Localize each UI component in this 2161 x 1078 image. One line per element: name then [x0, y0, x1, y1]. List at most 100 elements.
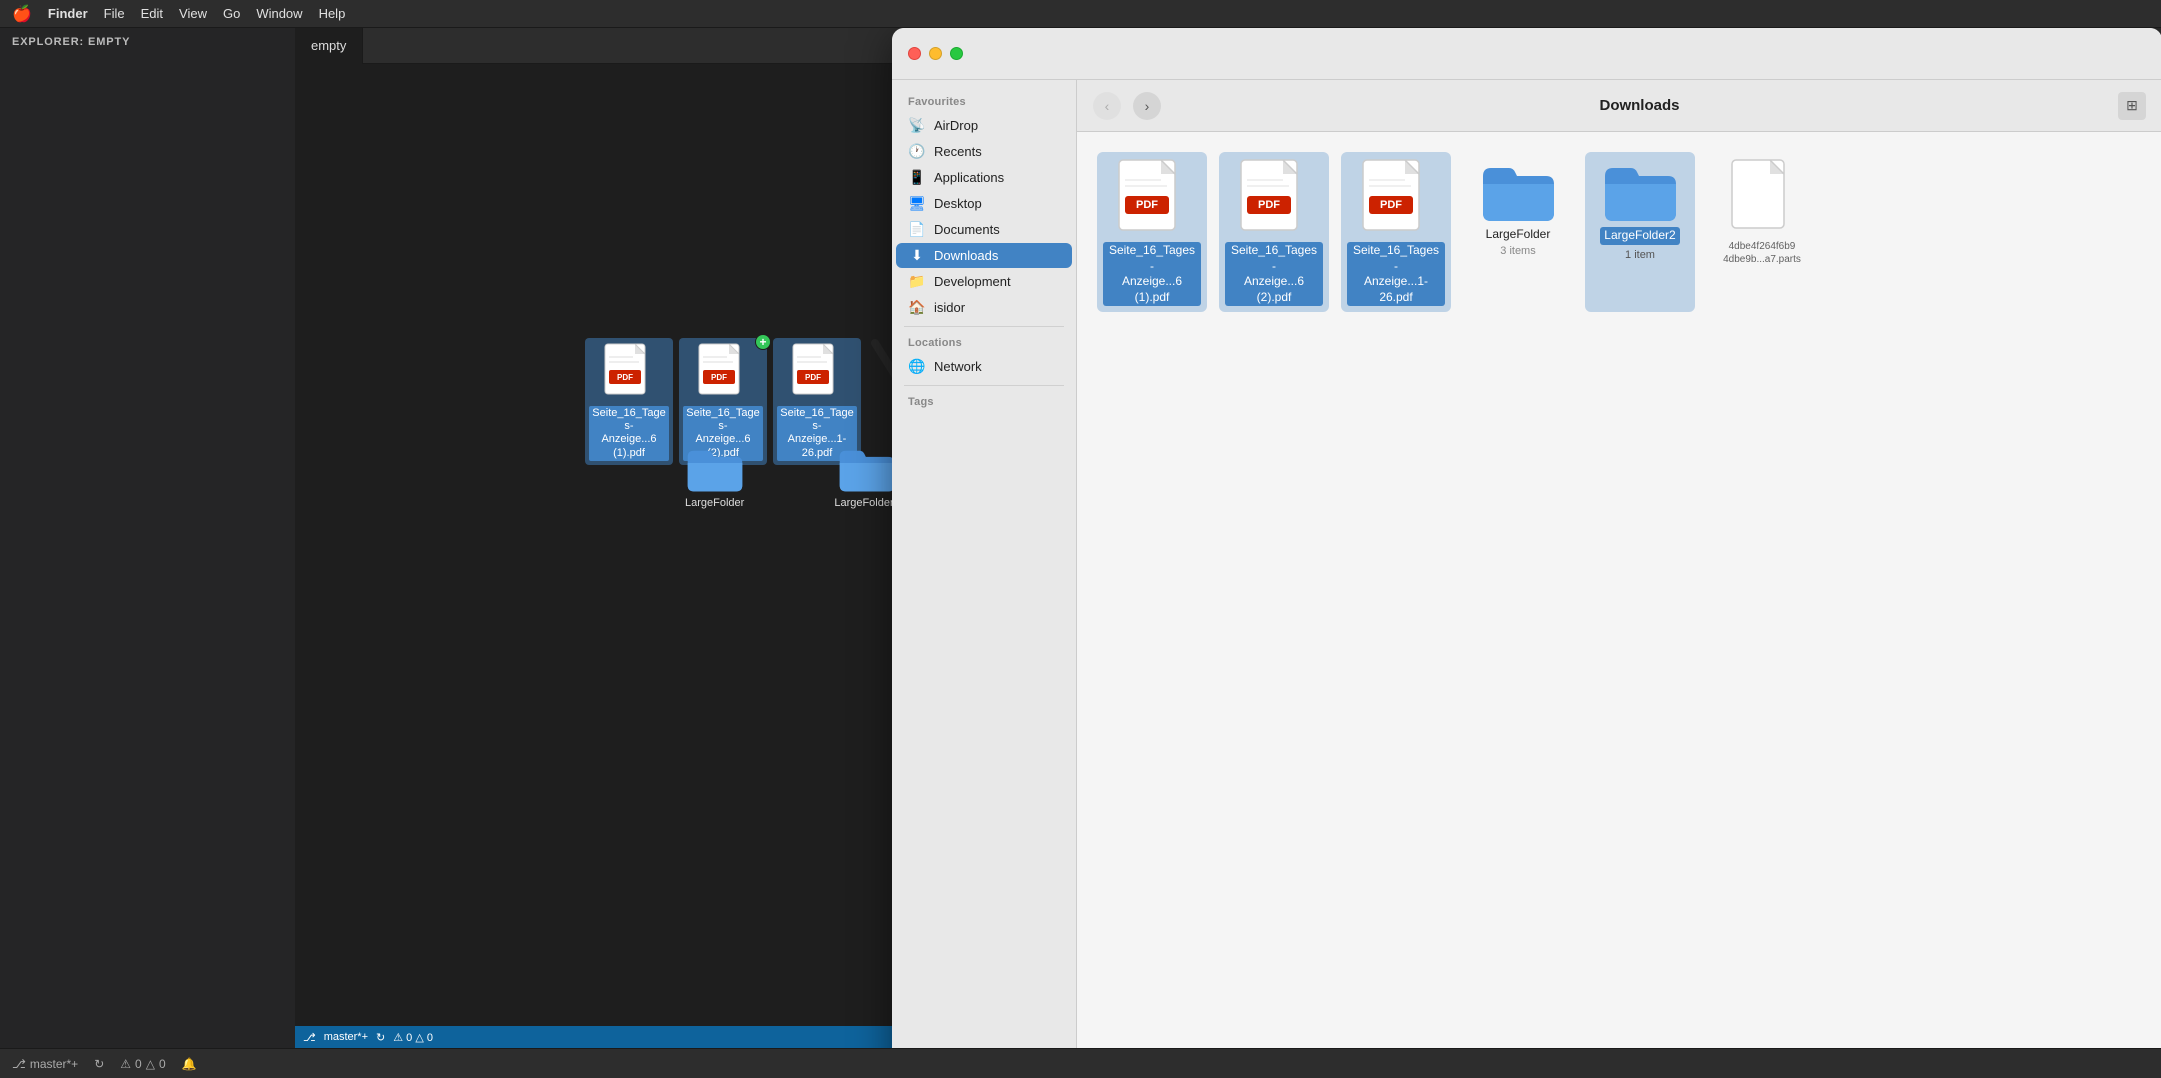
sidebar-label-applications: Applications [934, 170, 1004, 185]
finder-pdf-icon-1: PDF [1117, 158, 1187, 238]
finder-blank-icon [1730, 158, 1795, 236]
menu-edit[interactable]: Edit [141, 6, 163, 21]
finder-pdf1-label: Seite_16_Tages-Anzeige...6 (1).pdf [1103, 242, 1201, 306]
pdf-icon-1: PDF [603, 342, 655, 402]
menu-view[interactable]: View [179, 6, 207, 21]
bell-status[interactable]: 🔔 [182, 1057, 197, 1071]
drag-folder-2-label: LargeFolder2 [834, 497, 899, 510]
drag-folder-1-label: LargeFolder [685, 497, 744, 510]
minimize-button[interactable] [929, 47, 942, 60]
sidebar-item-isidor[interactable]: 🏠 isidor [896, 295, 1072, 320]
close-button[interactable] [908, 47, 921, 60]
sidebar-item-documents[interactable]: 📄 Documents [896, 217, 1072, 242]
sidebar-item-airdrop[interactable]: 📡 AirDrop [896, 113, 1072, 138]
vscode-panel: EXPLORER: EMPTY [0, 28, 295, 1048]
svg-text:PDF: PDF [1380, 199, 1402, 211]
explorer-title: EXPLORER: EMPTY [0, 28, 295, 56]
branch-name: master*+ [30, 1057, 78, 1071]
main-content: EXPLORER: EMPTY empty PDF [0, 28, 2161, 1048]
finder-folder2[interactable]: LargeFolder2 1 item [1585, 152, 1695, 312]
svg-text:PDF: PDF [805, 373, 821, 382]
svg-text:PDF: PDF [711, 373, 727, 382]
finder-file-pdf1[interactable]: PDF Seite_16_Tages-Anzeige...6 (1).pdf [1097, 152, 1207, 312]
sidebar-item-recents[interactable]: 🕐 Recents [896, 139, 1072, 164]
badge-plus: + [755, 334, 771, 350]
drag-folder-1: LargeFolder [685, 443, 744, 510]
recents-icon: 🕐 [908, 143, 926, 160]
documents-icon: 📄 [908, 221, 926, 238]
locations-label: Locations [892, 333, 1076, 353]
warning-icon: ⚠ [120, 1057, 131, 1071]
tags-label: Tags [892, 392, 1076, 412]
git-icon: ⎇ [12, 1057, 26, 1071]
sidebar-label-desktop: Desktop [934, 196, 982, 211]
drag-folder-2: LargeFolder2 [834, 443, 899, 510]
menu-help[interactable]: Help [319, 6, 346, 21]
isidor-icon: 🏠 [908, 299, 926, 316]
finder-sidebar: Favourites 📡 AirDrop 🕐 Recents 📱 Applica… [892, 80, 1077, 1048]
menubar: 🍎 Finder File Edit View Go Window Help [0, 0, 2161, 28]
drag-pdf-1-label: Seite_16_Tages-Anzeige...6 (1).pdf [589, 406, 669, 461]
desktop-icon: 🖥 [908, 195, 926, 212]
finder-blank-file[interactable]: 4dbe4f264f6b94dbe9b...a7.parts [1707, 152, 1817, 312]
pdf-icon-3: PDF [791, 342, 843, 402]
forward-button[interactable]: › [1133, 92, 1161, 120]
sidebar-separator-2 [904, 385, 1064, 386]
svg-text:PDF: PDF [1136, 199, 1158, 211]
sync-icon-bar: ↻ [94, 1057, 104, 1071]
downloads-icon: ⬇ [908, 247, 926, 264]
error-count: ⚠ 0 △ 0 [393, 1031, 433, 1044]
sidebar-label-recents: Recents [934, 144, 982, 159]
bell-icon: 🔔 [182, 1057, 197, 1071]
drag-pdf-1: PDF Seite_16_Tages-Anzeige...6 (1).pdf [585, 338, 673, 465]
menu-finder[interactable]: Finder [48, 6, 88, 21]
sidebar-item-development[interactable]: 📁 Development [896, 269, 1072, 294]
view-grid-button[interactable]: ⊞ [2118, 92, 2146, 120]
finder-window: Favourites 📡 AirDrop 🕐 Recents 📱 Applica… [892, 28, 2161, 1048]
folder-icon-1 [686, 443, 744, 493]
finder-window-title: Downloads [1173, 97, 2106, 114]
sidebar-item-network[interactable]: 🌐 Network [896, 354, 1072, 379]
warning-triangle: △ [146, 1057, 155, 1071]
finder-blank-label: 4dbe4f264f6b94dbe9b...a7.parts [1723, 240, 1801, 266]
sidebar-item-downloads[interactable]: ⬇ Downloads [896, 243, 1072, 268]
finder-main: ‹ › Downloads ⊞ [1077, 80, 2161, 1048]
git-branch-icon: ⎇ [303, 1031, 316, 1044]
network-icon: 🌐 [908, 358, 926, 375]
menu-file[interactable]: File [104, 6, 125, 21]
statusbar: ⎇ master*+ ↻ ⚠ 0 △ 0 🔔 [0, 1048, 2161, 1078]
error-count-bar: 0 [135, 1057, 142, 1071]
finder-pdf2-label: Seite_16_Tages-Anzeige...6 (2).pdf [1225, 242, 1323, 306]
apple-menu[interactable]: 🍎 [12, 4, 32, 24]
git-branch-name[interactable]: master*+ [324, 1031, 368, 1043]
finder-file-pdf2[interactable]: PDF Seite_16_Tages-Anzeige...6 (2).pdf [1219, 152, 1329, 312]
sidebar-item-applications[interactable]: 📱 Applications [896, 165, 1072, 190]
menu-window[interactable]: Window [256, 6, 302, 21]
back-button[interactable]: ‹ [1093, 92, 1121, 120]
sync-status[interactable]: ↻ [94, 1057, 104, 1071]
finder-pdf-icon-2: PDF [1239, 158, 1309, 238]
applications-icon: 📱 [908, 169, 926, 186]
development-icon: 📁 [908, 273, 926, 290]
finder-file-pdf3[interactable]: PDF Seite_16_Tages-Anzeige...1-26.pdf [1341, 152, 1451, 312]
finder-folder-icon-2 [1603, 158, 1678, 223]
favourites-label: Favourites [892, 92, 1076, 112]
finder-folder1-label: LargeFolder3 items [1486, 227, 1551, 258]
finder-folder2-label: LargeFolder2 [1600, 227, 1679, 245]
menu-go[interactable]: Go [223, 6, 240, 21]
pdf-icon-2: PDF [697, 342, 749, 402]
sync-icon[interactable]: ↻ [376, 1031, 385, 1044]
git-status[interactable]: ⎇ master*+ [12, 1057, 78, 1071]
maximize-button[interactable] [950, 47, 963, 60]
finder-body: Favourites 📡 AirDrop 🕐 Recents 📱 Applica… [892, 80, 2161, 1048]
finder-pdf3-label: Seite_16_Tages-Anzeige...1-26.pdf [1347, 242, 1445, 306]
finder-titlebar [892, 28, 2161, 80]
sidebar-label-documents: Documents [934, 222, 1000, 237]
sidebar-item-desktop[interactable]: 🖥 Desktop [896, 191, 1072, 216]
finder-folder1[interactable]: LargeFolder3 items [1463, 152, 1573, 312]
sidebar-label-development: Development [934, 274, 1011, 289]
finder-toolbar: ‹ › Downloads ⊞ [1077, 80, 2161, 132]
svg-text:PDF: PDF [1258, 199, 1280, 211]
svg-text:PDF: PDF [617, 373, 633, 382]
finder-pdf-icon-3: PDF [1361, 158, 1431, 238]
